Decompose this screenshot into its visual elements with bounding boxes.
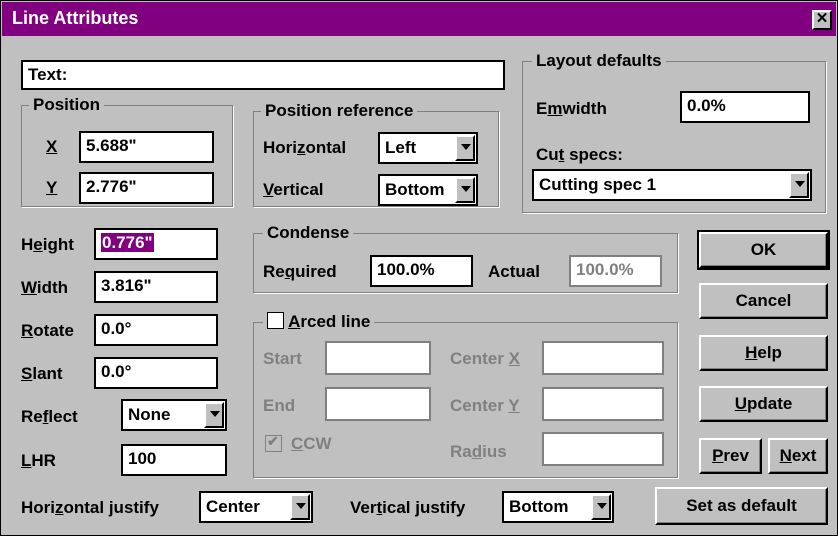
lhr-input[interactable]: 100: [121, 444, 227, 476]
position-reference-label: Position reference: [261, 101, 418, 121]
text-field-value: Text:: [28, 65, 68, 84]
y-label: Y: [46, 178, 58, 197]
horizontal-justify-label: Horizontal justify: [21, 498, 159, 517]
chevron-down-icon[interactable]: [789, 172, 809, 198]
text-field[interactable]: Text:: [21, 60, 505, 90]
update-button[interactable]: Update: [699, 386, 828, 422]
required-label: Required: [263, 262, 337, 281]
end-input: [325, 387, 431, 421]
width-label: Width: [21, 278, 69, 297]
next-button[interactable]: Next: [768, 438, 828, 474]
prev-button[interactable]: Prev: [699, 438, 762, 474]
help-button[interactable]: Help: [699, 335, 828, 371]
required-input[interactable]: 100.0%: [370, 255, 473, 287]
chevron-down-icon[interactable]: [455, 135, 475, 161]
chevron-down-icon[interactable]: [204, 402, 224, 428]
actual-label: Actual: [488, 262, 540, 281]
actual-input: 100.0%: [569, 255, 662, 287]
ccw-checkbox: [265, 433, 282, 452]
dialog-window: Line Attributes ✕ Text: Position X 5.688…: [0, 0, 838, 536]
lhr-label: LHR: [21, 451, 56, 470]
title-bar[interactable]: Line Attributes ✕: [2, 2, 836, 36]
cancel-button[interactable]: Cancel: [699, 283, 828, 319]
center-x-label: Center X: [450, 349, 520, 368]
arced-line-label: Arced line: [288, 312, 371, 331]
rotate-label: Rotate: [21, 321, 74, 340]
center-y-input: [542, 387, 664, 421]
ccw-label: CCW: [291, 434, 332, 453]
slant-label: Slant: [21, 364, 63, 383]
height-input[interactable]: 0.776": [94, 228, 218, 260]
ok-button[interactable]: OK: [697, 230, 830, 270]
horizontal-reference-select[interactable]: Left: [378, 132, 478, 164]
chevron-down-icon[interactable]: [290, 494, 310, 520]
cut-specs-select[interactable]: Cutting spec 1: [532, 169, 812, 201]
vertical-label: Vertical: [263, 180, 324, 199]
reflect-label: Reflect: [21, 407, 78, 426]
cut-specs-label: Cut specs:: [536, 145, 623, 164]
vertical-reference-select[interactable]: Bottom: [378, 174, 478, 206]
condense-label: Condense: [263, 223, 354, 243]
width-input[interactable]: 3.816": [94, 271, 218, 303]
center-x-input: [542, 341, 664, 375]
x-label: X: [46, 137, 58, 156]
close-button[interactable]: ✕: [812, 10, 832, 30]
horizontal-justify-select[interactable]: Center: [199, 491, 313, 523]
vertical-justify-label: Vertical justify: [350, 498, 466, 517]
window-title: Line Attributes: [12, 8, 139, 28]
start-label: Start: [263, 349, 302, 368]
arced-line-checkbox[interactable]: [267, 312, 284, 329]
chevron-down-icon[interactable]: [591, 494, 611, 520]
horizontal-label: Horizontal: [263, 138, 347, 157]
vertical-justify-select[interactable]: Bottom: [502, 491, 614, 523]
position-group-label: Position: [29, 95, 105, 115]
reflect-select[interactable]: None: [121, 399, 227, 431]
center-y-label: Center Y: [450, 396, 520, 415]
height-label: Height: [21, 235, 74, 254]
layout-defaults-label: Layout defaults: [532, 51, 666, 71]
emwidth-input[interactable]: 0.0%: [680, 91, 810, 123]
start-input: [325, 341, 431, 375]
radius-input: [542, 432, 664, 466]
end-label: End: [263, 396, 296, 415]
radius-label: Radius: [450, 442, 507, 461]
chevron-down-icon[interactable]: [455, 177, 475, 203]
x-input[interactable]: 5.688": [79, 131, 214, 163]
set-as-default-button[interactable]: Set as default: [655, 487, 828, 525]
slant-input[interactable]: 0.0°: [94, 357, 218, 389]
y-input[interactable]: 2.776": [79, 172, 214, 204]
emwidth-label: Emwidth: [536, 99, 607, 118]
rotate-input[interactable]: 0.0°: [94, 314, 218, 346]
arced-line-toggle[interactable]: Arced line: [263, 312, 375, 332]
close-icon: ✕: [815, 10, 829, 27]
